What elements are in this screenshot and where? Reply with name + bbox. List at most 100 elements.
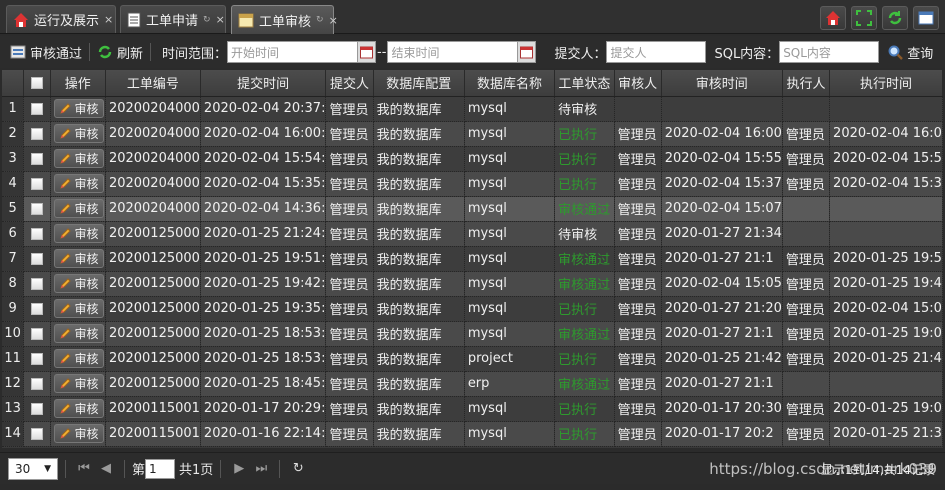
- row-checkbox-cell[interactable]: [23, 146, 51, 172]
- column-header[interactable]: 数据库名称: [464, 70, 556, 97]
- end-date-picker-button[interactable]: [518, 41, 537, 63]
- column-header[interactable]: 数据库配置: [373, 70, 465, 97]
- column-header[interactable]: 工单状态: [554, 70, 615, 97]
- column-header[interactable]: 执行时间: [829, 70, 943, 97]
- close-icon[interactable]: ×: [104, 13, 113, 26]
- row-checkbox[interactable]: [30, 302, 43, 315]
- table-row[interactable]: 14 审核 20200115001 2020-01-16 22:14: 管理员 我的数据库…: [2, 421, 943, 447]
- review-button[interactable]: 审核: [53, 298, 104, 318]
- table-row[interactable]: 6 审核 20200125000 2020-01-25 21:24: 管理员 我的数据库 m…: [2, 221, 943, 247]
- row-checkbox-cell[interactable]: [23, 321, 51, 347]
- table-row[interactable]: 3 审核 20200204000 2020-02-04 15:54: 管理员 我的数据库 m…: [2, 146, 943, 172]
- tab-run-display[interactable]: 运行及展示 ×: [6, 5, 116, 33]
- select-all-checkbox[interactable]: [30, 76, 43, 89]
- column-header[interactable]: 审核人: [614, 70, 662, 97]
- table-row[interactable]: 10 审核 20200125000 2020-01-25 18:53: 管理员 我的数据库…: [2, 321, 943, 347]
- review-button[interactable]: 审核: [53, 148, 104, 168]
- start-time-input[interactable]: 开始时间: [227, 41, 359, 63]
- review-button[interactable]: 审核: [53, 198, 104, 218]
- home-button[interactable]: [820, 6, 846, 30]
- page-size-select[interactable]: 30 ▼: [8, 457, 58, 480]
- close-icon[interactable]: ×: [329, 14, 338, 27]
- column-header[interactable]: 执行人: [782, 70, 831, 97]
- prev-page-button[interactable]: ◀: [95, 458, 117, 480]
- column-header[interactable]: 审核时间: [661, 70, 783, 97]
- row-checkbox-cell[interactable]: [23, 346, 51, 372]
- refresh-button[interactable]: 刷新: [97, 43, 143, 62]
- row-checkbox-cell[interactable]: [23, 96, 51, 122]
- table-row[interactable]: 1 审核 20200204000 2020-02-04 20:37: 管理员 我的数据库 m…: [2, 96, 943, 122]
- row-checkbox[interactable]: [30, 177, 43, 190]
- table-row[interactable]: 5 审核 20200204000 2020-02-04 14:36: 管理员 我的数据库 m…: [2, 196, 943, 222]
- review-button[interactable]: 审核: [53, 98, 104, 118]
- row-checkbox-cell[interactable]: [23, 221, 51, 247]
- select-all-header[interactable]: [23, 70, 51, 97]
- reload-icon[interactable]: ↻: [203, 15, 211, 25]
- row-checkbox[interactable]: [30, 352, 43, 365]
- table-row[interactable]: 12 审核 20200125000 2020-01-25 18:45: 管理员 我的数据库…: [2, 371, 943, 397]
- row-checkbox-cell[interactable]: [23, 371, 51, 397]
- search-button[interactable]: 查询: [887, 43, 933, 62]
- review-button[interactable]: 审核: [53, 273, 104, 293]
- row-checkbox[interactable]: [30, 327, 43, 340]
- action-cell: 审核: [50, 346, 106, 372]
- sql-content-input[interactable]: SQL内容: [779, 41, 880, 63]
- last-page-button[interactable]: ⏭: [250, 458, 272, 480]
- row-checkbox[interactable]: [30, 427, 43, 440]
- end-time-input[interactable]: 结束时间: [387, 41, 519, 63]
- row-checkbox-cell[interactable]: [23, 121, 51, 147]
- review-button[interactable]: 审核: [53, 323, 104, 343]
- row-checkbox-cell[interactable]: [23, 271, 51, 297]
- review-button[interactable]: 审核: [53, 223, 104, 243]
- approve-button[interactable]: 审核通过: [10, 43, 82, 62]
- row-checkbox-cell[interactable]: [23, 421, 51, 447]
- reload-page-button[interactable]: ↻: [287, 458, 309, 480]
- window-menu-button[interactable]: [913, 6, 939, 30]
- review-button[interactable]: 审核: [53, 398, 104, 418]
- first-page-button[interactable]: ⏮: [73, 458, 95, 480]
- row-checkbox[interactable]: [30, 252, 43, 265]
- column-header[interactable]: 提交人: [325, 70, 374, 97]
- start-date-picker-button[interactable]: [358, 41, 377, 63]
- review-button[interactable]: 审核: [53, 248, 104, 268]
- row-checkbox-cell[interactable]: [23, 396, 51, 422]
- table-row[interactable]: 8 审核 20200125000 2020-01-25 19:42: 管理员 我的数据库 m…: [2, 271, 943, 297]
- row-checkbox-cell[interactable]: [23, 246, 51, 272]
- table-row[interactable]: 11 审核 20200125000 2020-01-25 18:53: 管理员 我的数据库…: [2, 346, 943, 372]
- column-header[interactable]: 提交时间: [200, 70, 327, 97]
- row-checkbox[interactable]: [30, 377, 43, 390]
- page-number-input[interactable]: 1: [145, 458, 176, 479]
- tab-ticket-review[interactable]: 工单审核 ↻ ×: [231, 5, 338, 34]
- review-button[interactable]: 审核: [53, 423, 104, 443]
- column-header[interactable]: 工单编号: [105, 70, 201, 97]
- row-checkbox-cell[interactable]: [23, 171, 51, 197]
- review-button[interactable]: 审核: [53, 123, 104, 143]
- row-checkbox[interactable]: [30, 202, 43, 215]
- table-row[interactable]: 13 审核 20200115001 2020-01-17 20:29: 管理员 我的数据库…: [2, 396, 943, 422]
- row-checkbox[interactable]: [30, 102, 43, 115]
- row-checkbox[interactable]: [30, 277, 43, 290]
- review-button[interactable]: 审核: [53, 348, 104, 368]
- tab-ticket-apply[interactable]: 工单申请 ↻ ×: [120, 5, 226, 33]
- reload-icon[interactable]: ↻: [316, 15, 324, 25]
- row-checkbox[interactable]: [30, 152, 43, 165]
- column-header[interactable]: 操作: [50, 70, 106, 97]
- cell-status: 已执行: [554, 396, 615, 422]
- table-row[interactable]: 4 审核 20200204000 2020-02-04 15:35: 管理员 我的数据库 m…: [2, 171, 943, 197]
- fullscreen-button[interactable]: [851, 6, 877, 30]
- row-checkbox[interactable]: [30, 127, 43, 140]
- next-page-button[interactable]: ▶: [228, 458, 250, 480]
- row-checkbox-cell[interactable]: [23, 196, 51, 222]
- table-row[interactable]: 7 审核 20200125000 2020-01-25 19:51: 管理员 我的数据库 m…: [2, 246, 943, 272]
- close-icon[interactable]: ×: [216, 13, 225, 26]
- table-row[interactable]: 2 审核 20200204000 2020-02-04 16:00: 管理员 我的数据库 m…: [2, 121, 943, 147]
- table-row[interactable]: 9 审核 20200125000 2020-01-25 19:35: 管理员 我的数据库 m…: [2, 296, 943, 322]
- review-button[interactable]: 审核: [53, 373, 104, 393]
- row-checkbox[interactable]: [30, 402, 43, 415]
- row-checkbox[interactable]: [30, 227, 43, 240]
- refresh-tab-button[interactable]: [882, 6, 908, 30]
- cell-db-name: project: [464, 346, 556, 372]
- row-checkbox-cell[interactable]: [23, 296, 51, 322]
- review-button[interactable]: 审核: [53, 173, 104, 193]
- submitter-input[interactable]: 提交人: [606, 41, 707, 63]
